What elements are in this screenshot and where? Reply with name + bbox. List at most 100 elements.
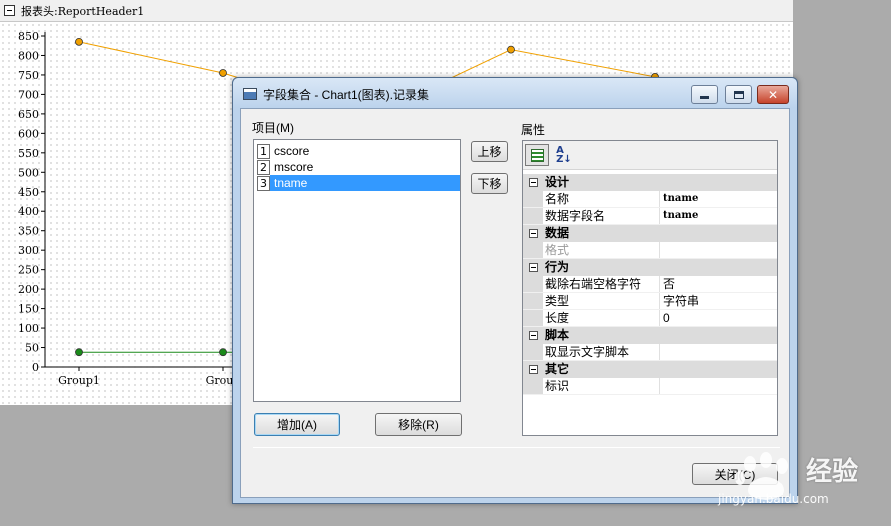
y-tick-label: 500 [18,166,39,179]
close-window-button[interactable]: ✕ [757,85,789,104]
property-row[interactable]: 标识 [523,378,777,395]
row-gutter [523,344,543,360]
alphabetical-sort-icon: A Z↓ [556,145,572,165]
property-name: 格式 [543,242,660,258]
property-grid[interactable]: A Z↓ 设计 名称 tname 数据字段名 tname 数据 格式 行为 截除右端空格字符否类型… [522,140,778,436]
y-tick-label: 300 [18,244,39,257]
y-tick-label: 250 [18,264,39,277]
move-up-button[interactable]: 上移 [471,141,508,162]
property-value[interactable] [660,378,777,394]
item-index: 2 [257,159,270,175]
close-button[interactable]: 关闭(C) [692,463,778,485]
row-gutter [523,310,543,326]
property-category[interactable]: 行为 [523,259,777,276]
categorized-view-button[interactable] [525,144,549,166]
row-gutter [523,293,543,309]
y-tick-label: 450 [18,186,39,199]
property-category[interactable]: 设计 [523,174,777,191]
property-category[interactable]: 数据 [523,225,777,242]
collapse-icon[interactable] [523,174,543,191]
separator [253,447,780,448]
property-name: 取显示文字脚本 [543,344,660,360]
property-value[interactable]: tname [660,191,777,207]
row-gutter [523,276,543,292]
row-gutter [523,378,543,394]
collapse-icon[interactable] [523,225,543,242]
items-label: 项目(M) [252,121,294,135]
list-item[interactable]: 1 cscore [257,143,460,159]
y-tick-label: 550 [18,147,39,160]
window-icon [243,88,257,100]
collapse-icon[interactable] [523,259,543,276]
property-category[interactable]: 其它 [523,361,777,378]
category-name: 行为 [545,260,570,274]
data-point [219,348,227,357]
property-row[interactable]: 长度 0 [523,310,777,327]
category-name: 设计 [545,175,570,189]
property-name: 截除右端空格字符 [543,276,660,292]
property-name: 数据字段名 [543,208,660,224]
property-row[interactable]: 格式 [523,242,777,259]
property-value[interactable] [660,344,777,360]
data-point [219,69,227,77]
property-toolbar: A Z↓ [523,141,777,170]
dialog-titlebar[interactable]: 字段集合 - Chart1(图表).记录集 ✕ [233,78,797,108]
move-down-button[interactable]: 下移 [471,173,508,194]
property-category[interactable]: 脚本 [523,327,777,344]
property-row[interactable]: 名称 tname [523,191,777,208]
minimize-button[interactable] [691,85,718,104]
collapse-icon[interactable] [523,327,543,344]
item-name: cscore [274,144,310,158]
property-value[interactable]: tname [660,208,777,224]
property-row[interactable]: 类型 字符串 [523,293,777,310]
item-name: tname [270,175,460,191]
row-gutter [523,208,543,224]
property-value[interactable] [660,242,777,258]
property-value[interactable]: 字符串 [660,293,777,309]
items-list[interactable]: 1 cscore 2 mscore 3 tname [253,139,461,402]
alphabetical-view-button[interactable]: A Z↓ [553,144,575,166]
y-tick-label: 150 [18,303,39,316]
watermark-brand: 经验 [806,457,859,487]
minimize-icon [700,96,709,99]
property-value[interactable]: 0 [660,310,777,326]
item-name: mscore [274,160,314,174]
row-gutter [523,191,543,207]
property-name: 类型 [543,293,660,309]
y-tick-label: 400 [18,205,39,218]
y-tick-label: 700 [18,88,39,101]
data-point [507,45,515,54]
list-item[interactable]: 2 mscore [257,159,460,175]
band-header[interactable]: 报表头:ReportHeader1 [0,0,793,22]
category-name: 其它 [545,362,570,376]
close-icon: ✕ [767,87,779,102]
property-name: 名称 [543,191,660,207]
y-tick-label: 850 [18,30,39,43]
row-gutter [523,242,543,258]
data-point [75,37,83,46]
watermark-url: jingyan.baidu.com [718,492,829,506]
list-item[interactable]: 3 tname [257,175,460,191]
property-row[interactable]: 取显示文字脚本 [523,344,777,361]
categorized-icon [530,148,544,162]
maximize-button[interactable] [725,85,752,104]
remove-button[interactable]: 移除(R) [375,413,462,436]
dialog-client: 项目(M) 属性 1 cscore 2 mscore 3 tname 上移 下移 A Z↓ … [240,108,790,498]
collapse-icon[interactable] [523,361,543,378]
dialog-title: 字段集合 - Chart1(图表).记录集 [263,88,430,102]
item-index: 3 [257,175,270,191]
y-tick-label: 750 [18,69,39,82]
data-point [75,348,83,357]
property-row[interactable]: 截除右端空格字符否 [523,276,777,293]
y-tick-label: 800 [18,49,39,62]
y-tick-label: 350 [18,225,39,238]
collapse-icon[interactable] [4,5,15,16]
add-button[interactable]: 增加(A) [254,413,340,436]
property-value[interactable]: 否 [660,276,777,292]
y-tick-label: 200 [18,283,39,296]
category-name: 脚本 [545,328,570,342]
y-tick-label: 0 [32,361,39,374]
property-name: 长度 [543,310,660,326]
field-collection-dialog: 字段集合 - Chart1(图表).记录集 ✕ 项目(M) 属性 1 cscore… [232,77,798,504]
property-row[interactable]: 数据字段名 tname [523,208,777,225]
